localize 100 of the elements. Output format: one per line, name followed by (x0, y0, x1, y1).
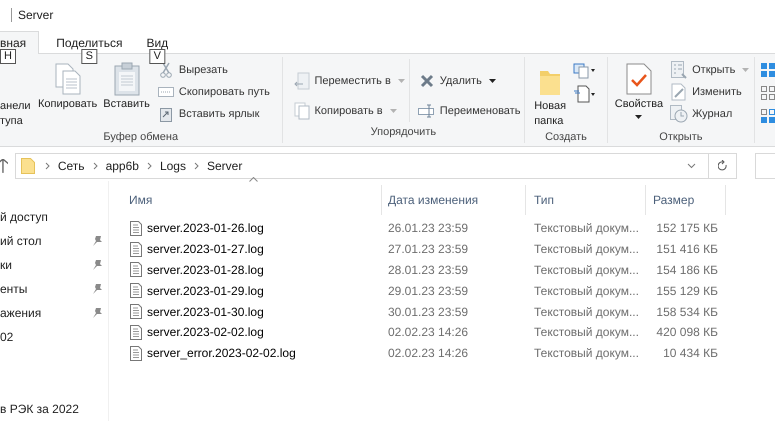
table-cell: 10 434 КБ (663, 346, 718, 360)
caret-icon (488, 79, 496, 83)
file-name[interactable]: server.2023-01-30.log (147, 304, 264, 319)
text-file-icon (130, 304, 142, 320)
rename-icon (418, 104, 436, 118)
text-file-icon (130, 346, 142, 361)
column-header[interactable]: Размер (646, 185, 726, 215)
folder-icon (20, 158, 35, 174)
column-header[interactable]: Дата изменения (382, 185, 526, 215)
move-to-icon (294, 72, 310, 90)
properties-icon (626, 63, 652, 95)
table-cell-text: 27.01.23 23:59 (387, 242, 470, 256)
ribbon-button[interactable]: Копировать в (292, 100, 405, 122)
nav-item[interactable]: ки (0, 258, 12, 272)
file-name[interactable]: server_error.2023-02-02.log (147, 346, 296, 360)
nav-item[interactable]: ажения (0, 306, 42, 320)
group-label: Буфер обмена (103, 131, 178, 143)
chevron-icon (194, 162, 199, 170)
document-icon[interactable] (573, 85, 596, 103)
chevron-icon (146, 162, 152, 170)
ribbon-button[interactable]: Переименовать (418, 100, 520, 122)
table-cell-text: Текстовый докум... (533, 325, 640, 340)
scissors-icon (158, 62, 173, 78)
nav-item[interactable]: й доступ (0, 210, 48, 224)
file-name[interactable]: server.2023-01-27.log (147, 242, 264, 256)
table-cell-text: Текстовый докум... (533, 221, 640, 236)
ribbon-button[interactable]: Журнал (670, 103, 750, 125)
ribbon-button[interactable]: Открыть (670, 59, 750, 81)
nav-item[interactable]: в РЭК за 2022 (0, 402, 79, 416)
copy-to-icon (294, 102, 310, 120)
breadcrumb[interactable]: Server (206, 159, 242, 173)
text-file-icon (130, 242, 142, 257)
table-cell: 154 186 КБ (656, 262, 718, 277)
text-file-icon (130, 262, 142, 278)
table-cell-text: 30.01.23 23:59 (387, 304, 470, 319)
table-cell-text: Текстовый докум... (533, 242, 640, 256)
text-file-icon (130, 324, 142, 340)
open-icon (671, 61, 688, 79)
large-icons-icon[interactable] (761, 63, 775, 77)
caret-icon (635, 115, 642, 119)
caret-icon (742, 68, 750, 72)
new-item-icon[interactable] (573, 63, 596, 79)
table-cell: 158 534 КБ (656, 304, 718, 319)
caret-icon (390, 109, 397, 113)
caret-icon (398, 79, 405, 83)
file-name[interactable]: server.2023-01-26.log (147, 221, 264, 236)
small-icons-icon[interactable] (761, 86, 775, 100)
column-header[interactable]: Тип (526, 185, 646, 215)
copy-icon (54, 63, 82, 95)
ribbon-button[interactable]: анели тупа (0, 69, 35, 129)
keytip-tooltip: H (0, 49, 16, 64)
table-cell-text: Текстовый докум... (533, 262, 640, 277)
ribbon-button[interactable]: Переместить в (292, 70, 405, 92)
tiles-icon[interactable] (761, 109, 775, 123)
keytip-tooltip: S (82, 49, 97, 64)
table-cell: 152 175 КБ (656, 221, 718, 236)
up-arrow-icon[interactable] (0, 159, 8, 173)
ribbon-button[interactable]: Вставить ярлык (156, 103, 270, 125)
file-name[interactable]: server.2023-01-28.log (147, 262, 264, 277)
table-cell: 420 098 КБ (656, 325, 718, 340)
refresh-icon (718, 160, 728, 172)
nav-item[interactable]: енты (0, 282, 28, 296)
text-file-icon (130, 283, 142, 298)
group-label: Упорядочить (370, 126, 436, 138)
edit-icon (671, 83, 688, 101)
search-field[interactable] (755, 153, 775, 179)
table-cell-text: 02.02.23 14:26 (387, 346, 470, 360)
shortcut-icon (160, 106, 172, 122)
ribbon-button[interactable]: Удалить (418, 70, 520, 92)
table-cell-text: Текстовый докум... (533, 284, 640, 298)
delete-icon (420, 74, 434, 88)
path-icon (158, 87, 174, 97)
address-bar[interactable]: Сеть app6b Logs Server (14, 153, 738, 179)
chevron-icon (92, 162, 98, 170)
table-cell-text: Текстовый докум... (533, 304, 640, 319)
group-label: Создать (545, 131, 587, 143)
ribbon-button[interactable]: Новая папка (531, 59, 570, 131)
folder-icon (539, 68, 562, 96)
chevron-icon (44, 162, 50, 170)
column-header[interactable]: Имя (126, 185, 382, 215)
breadcrumb[interactable]: app6b (106, 159, 139, 173)
clipboard-icon (112, 62, 141, 96)
table-cell-text: 02.02.23 14:26 (387, 325, 470, 340)
file-name[interactable]: server.2023-01-29.log (147, 284, 264, 298)
history-icon (670, 105, 688, 123)
text-file-icon (130, 220, 142, 236)
table-cell-text: 29.01.23 23:59 (387, 284, 470, 298)
ribbon-button[interactable]: Скопировать путь (156, 81, 270, 103)
ribbon-button[interactable]: Изменить (670, 81, 750, 103)
table-cell: 151 416 КБ (656, 242, 718, 256)
table-cell-text: 28.01.23 23:59 (387, 262, 470, 277)
nav-item[interactable]: 02 (0, 330, 14, 344)
dropdown-icon[interactable] (687, 163, 696, 169)
table-cell-text: 26.01.23 23:59 (387, 221, 470, 236)
file-name[interactable]: server.2023-02-02.log (147, 325, 264, 340)
keytip-tooltip: V (150, 49, 165, 64)
ribbon-button[interactable]: Свойства (612, 59, 666, 131)
breadcrumb[interactable]: Logs (160, 159, 186, 173)
nav-item[interactable]: ий стол (0, 234, 42, 248)
breadcrumb[interactable]: Сеть (58, 159, 85, 173)
